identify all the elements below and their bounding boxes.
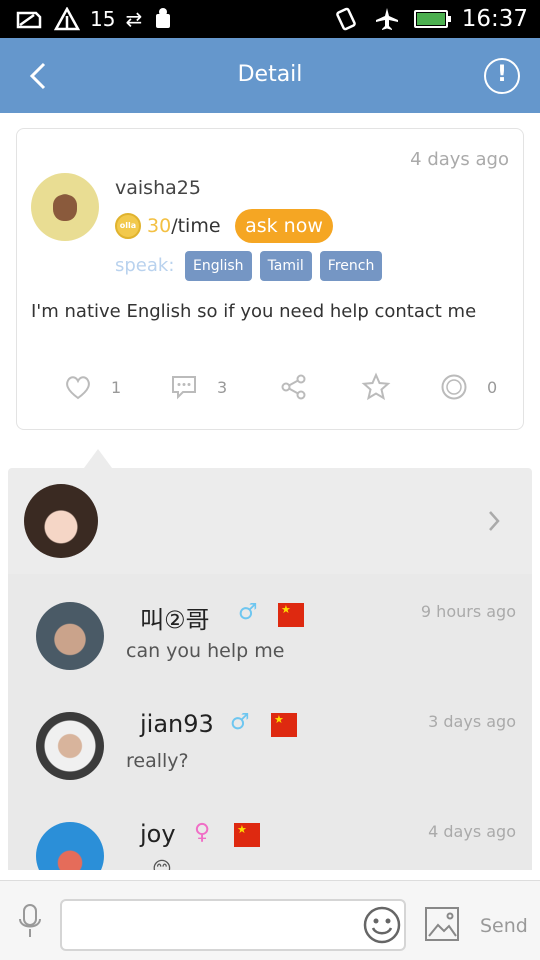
send-button[interactable]: Send xyxy=(480,915,528,937)
male-icon: ♂ xyxy=(230,710,250,735)
coin-icon: olla xyxy=(115,213,141,239)
price-amount: 30 xyxy=(147,215,172,237)
input-bar: Send xyxy=(0,880,540,960)
battery-icon xyxy=(413,10,451,28)
post-time: 4 days ago xyxy=(410,149,509,170)
avatar[interactable] xyxy=(36,602,104,670)
comment-text: 😊 xyxy=(152,858,172,870)
female-icon: ♀ xyxy=(194,820,211,845)
china-flag-icon xyxy=(271,713,297,737)
comment-item[interactable]: jian93 ♂ 3 days ago really? xyxy=(8,684,532,794)
language-tag: English xyxy=(185,251,252,281)
china-flag-icon xyxy=(278,603,304,627)
speak-label: speak: xyxy=(115,255,175,276)
message-input[interactable] xyxy=(60,899,406,951)
price-unit: /time xyxy=(171,215,221,237)
comment-text: really? xyxy=(126,750,189,772)
comment-time: 4 days ago xyxy=(428,822,516,841)
data-transfer-icon: ⇄ xyxy=(125,7,143,31)
info-icon[interactable]: ! xyxy=(484,58,520,94)
comment-username[interactable]: jian93 xyxy=(140,710,214,738)
post-username[interactable]: vaisha25 xyxy=(115,177,201,199)
signal-count: 15 xyxy=(90,7,116,31)
status-left: 15 ⇄ xyxy=(14,5,174,33)
price: 30/time xyxy=(147,215,221,237)
china-flag-icon xyxy=(234,823,260,847)
post-body: I'm native English so if you need help c… xyxy=(31,301,477,322)
app-header: Detail ! xyxy=(0,38,540,113)
airplane-icon xyxy=(375,8,398,30)
comment-button[interactable]: 3 xyxy=(169,369,227,405)
like-count: 1 xyxy=(111,377,122,397)
like-button[interactable]: 1 xyxy=(63,369,121,405)
olla-button[interactable]: 0 xyxy=(439,369,497,405)
helper-row[interactable] xyxy=(8,468,532,574)
comment-time: 9 hours ago xyxy=(420,602,516,621)
image-icon[interactable] xyxy=(424,905,460,943)
comment-count: 3 xyxy=(217,377,228,397)
avatar[interactable] xyxy=(36,822,104,870)
olla-coin-icon xyxy=(441,374,467,400)
android-debug-icon xyxy=(156,8,171,28)
ask-now-button[interactable]: ask now xyxy=(235,209,333,243)
post-actions: 1 3 0 xyxy=(17,369,525,405)
status-time: 16:37 xyxy=(461,6,528,32)
comment-icon xyxy=(172,376,196,400)
pointer-triangle xyxy=(84,449,112,468)
signal-icon xyxy=(16,11,42,29)
male-icon: ♂ xyxy=(238,600,258,625)
avatar[interactable] xyxy=(36,712,104,780)
status-right: 16:37 xyxy=(334,5,528,33)
heart-icon xyxy=(66,376,90,400)
post-card: 4 days ago vaisha25 olla 30/time ask now… xyxy=(16,128,524,430)
comment-text: can you help me xyxy=(126,640,285,662)
comment-username[interactable]: joy xyxy=(140,820,176,848)
comment-username[interactable]: 叫②哥 xyxy=(140,600,210,635)
share-button[interactable] xyxy=(279,369,309,405)
comment-time: 3 days ago xyxy=(428,712,516,731)
comment-list: 叫②哥 ♂ 9 hours ago can you help me jian93… xyxy=(8,574,532,870)
comment-item[interactable]: joy ♀ 4 days ago 😊 xyxy=(8,794,532,870)
chevron-right-icon xyxy=(489,511,500,531)
language-tag: French xyxy=(319,251,383,281)
language-tags: English Tamil French xyxy=(185,251,383,281)
share-icon xyxy=(281,374,306,400)
language-tag: Tamil xyxy=(259,251,312,281)
page-title: Detail xyxy=(237,62,303,87)
vibrate-icon xyxy=(335,7,356,31)
avatar[interactable] xyxy=(24,484,98,558)
wifi-icon xyxy=(54,7,80,31)
microphone-icon[interactable] xyxy=(16,903,44,939)
avatar[interactable] xyxy=(31,173,99,241)
emoji-icon[interactable] xyxy=(362,905,402,945)
star-icon xyxy=(361,372,391,401)
olla-count: 0 xyxy=(487,377,498,397)
comment-item[interactable]: 叫②哥 ♂ 9 hours ago can you help me xyxy=(8,574,532,684)
favorite-button[interactable] xyxy=(361,369,391,405)
status-bar: 15 ⇄ 16:37 xyxy=(0,0,540,38)
